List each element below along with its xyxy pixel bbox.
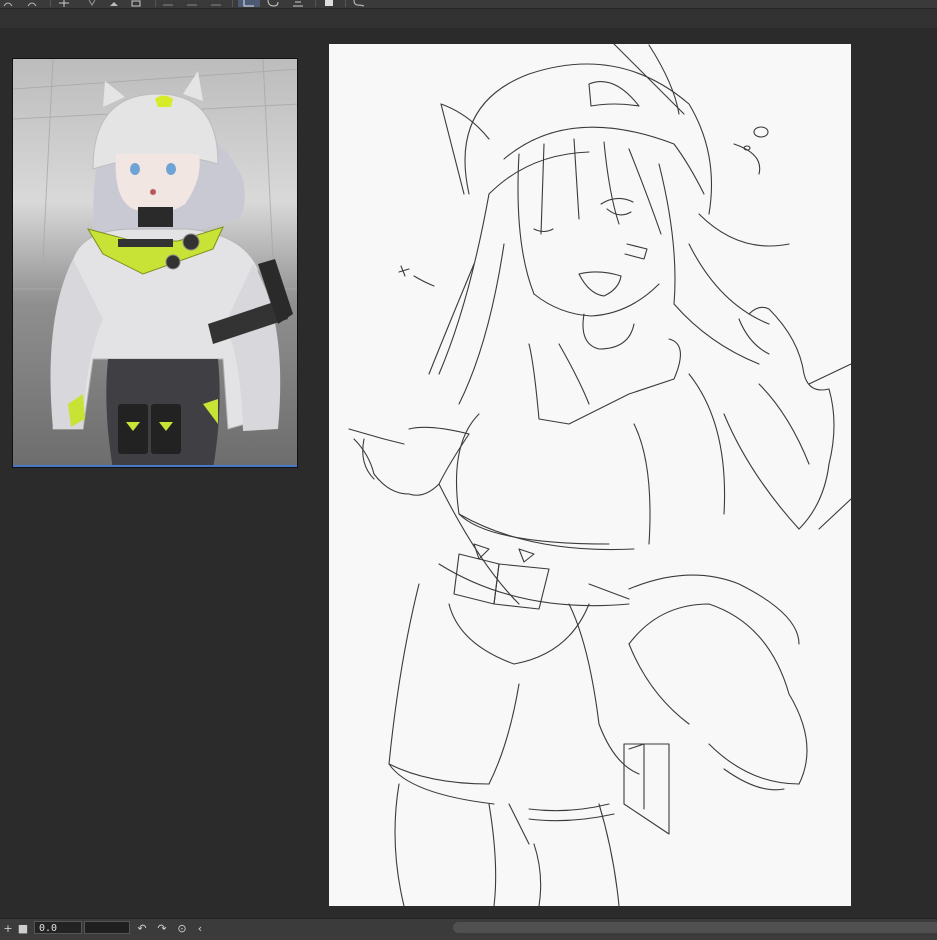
main-toolbar	[0, 0, 937, 9]
toolbar-divider	[345, 0, 346, 7]
drawing-canvas[interactable]	[329, 44, 851, 906]
reference-character-image	[13, 59, 297, 467]
layer-icon[interactable]	[186, 0, 198, 7]
rotate-icon[interactable]	[266, 0, 279, 7]
layer-icon[interactable]	[130, 0, 142, 7]
plus-icon[interactable]: +	[1, 921, 15, 935]
stop-icon[interactable]: ■	[16, 921, 30, 935]
flip-icon[interactable]	[292, 0, 304, 7]
fill-icon[interactable]	[86, 0, 98, 7]
zoom-slider[interactable]	[84, 921, 130, 934]
undo-icon[interactable]	[2, 0, 14, 7]
panel-selection-edge	[13, 465, 297, 467]
status-bar: + ■ 0.0 ↶ ↷ ⊙ ‹	[0, 918, 937, 940]
flip-icon[interactable]	[238, 0, 260, 7]
toolbar-divider	[232, 0, 233, 7]
save-icon[interactable]	[323, 0, 335, 7]
toolbar-divider	[155, 0, 156, 7]
layer-icon[interactable]	[210, 0, 222, 7]
line-art-sketch	[348, 44, 851, 906]
horizontal-scrollbar[interactable]	[453, 922, 937, 933]
rotate-left-icon[interactable]: ↶	[135, 921, 149, 935]
reset-icon[interactable]: ⊙	[175, 921, 189, 935]
toolbar-divider	[50, 0, 51, 7]
selection-icon[interactable]	[162, 0, 174, 7]
reference-image-panel[interactable]	[12, 58, 298, 468]
comment-icon[interactable]	[352, 0, 365, 7]
chevron-left-icon[interactable]: ‹	[193, 921, 207, 935]
redo-icon[interactable]	[26, 0, 38, 7]
toolbar-divider	[315, 0, 316, 7]
rotate-right-icon[interactable]: ↷	[155, 921, 169, 935]
ruler-icon[interactable]	[108, 0, 120, 7]
tool-property-bar	[0, 9, 937, 29]
transform-icon[interactable]	[58, 0, 70, 7]
zoom-value-field[interactable]: 0.0	[34, 921, 82, 934]
